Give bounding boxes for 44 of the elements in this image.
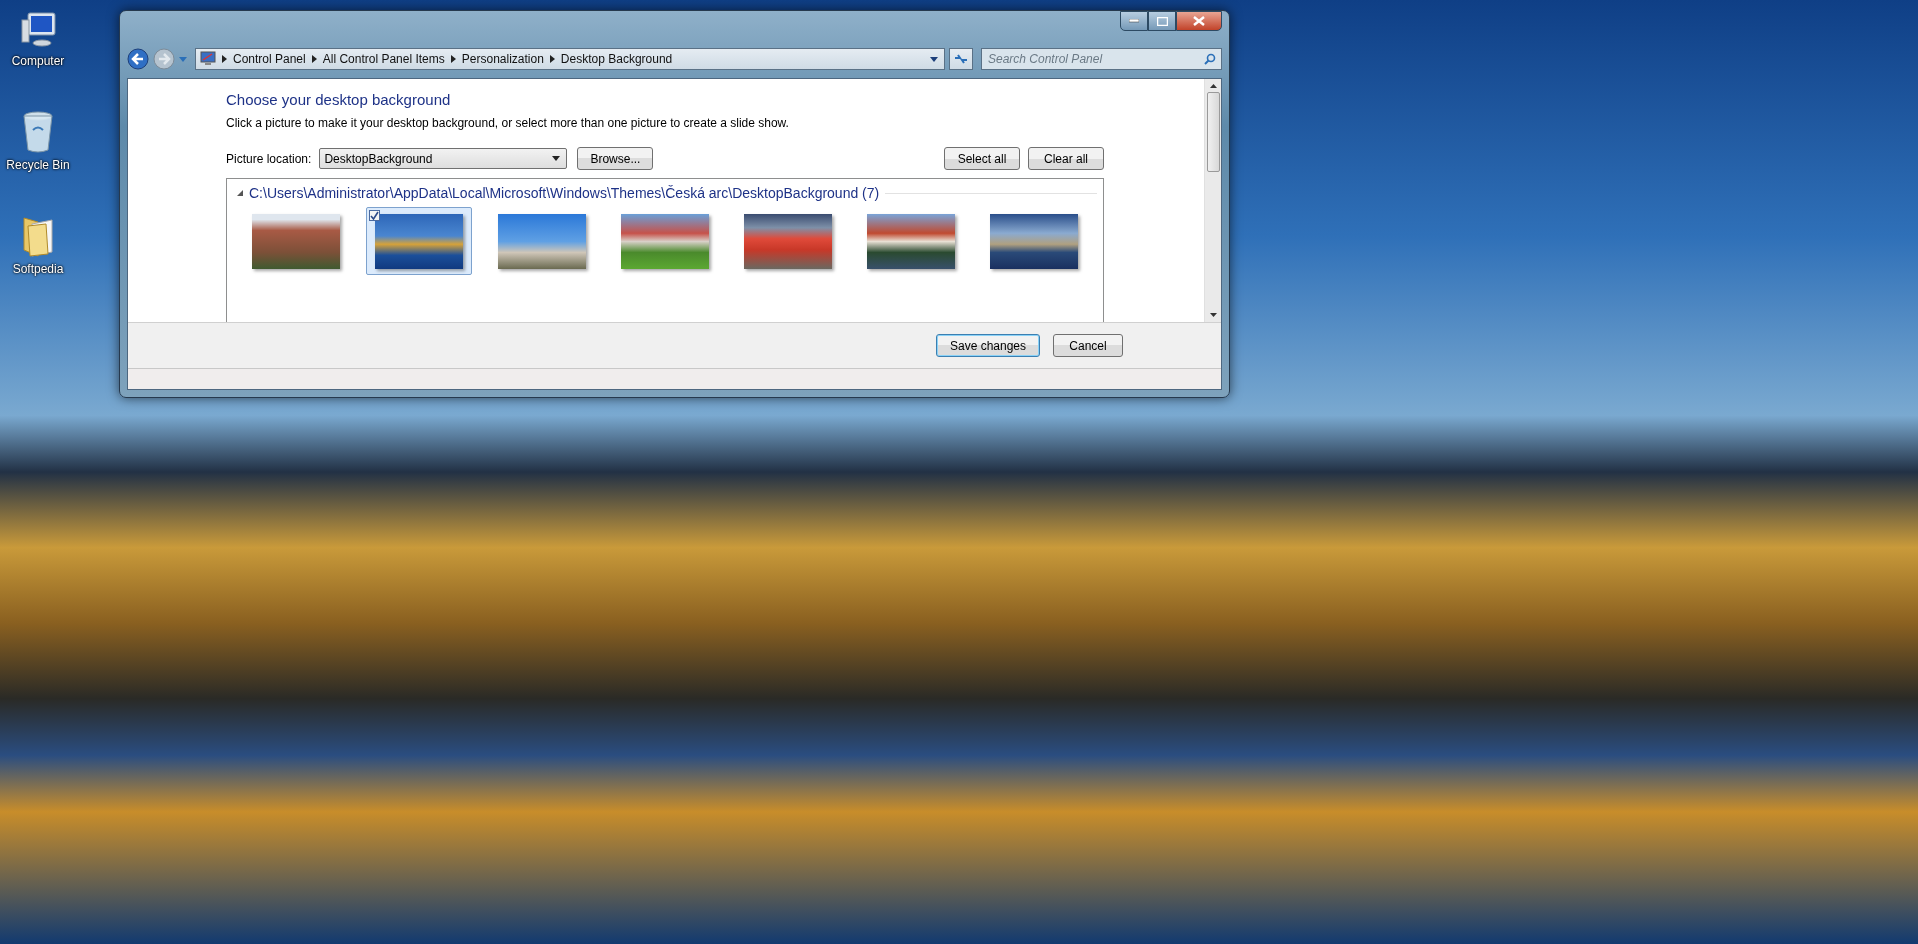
checkbox[interactable] <box>369 210 380 221</box>
selection-button[interactable]: Clear all <box>1028 147 1104 170</box>
folder-path-heading[interactable]: C:\Users\Administrator\AppData\Local\Microsoft\Windows\Themes\Česká arc\DesktopBackground (7) <box>249 185 880 201</box>
desktop-icon-label[interactable]: Computer <box>11 54 65 68</box>
picture-item[interactable] <box>366 207 472 275</box>
computer-icon[interactable] <box>18 10 58 50</box>
minimize-button[interactable] <box>1120 11 1148 31</box>
minimize-icon <box>1129 19 1139 23</box>
chevron-icon[interactable] <box>311 55 317 63</box>
close-button[interactable] <box>1176 11 1222 31</box>
chevron-icon[interactable] <box>222 55 227 63</box>
address-bar[interactable]: Control Panel All Control Panel Items Personalization Desktop Background <box>195 48 945 70</box>
refresh-button[interactable] <box>949 48 973 70</box>
breadcrumb-item[interactable]: Desktop Background <box>560 52 673 66</box>
search-icon[interactable] <box>1204 53 1216 65</box>
maximize-icon <box>1156 16 1168 26</box>
chevron-icon[interactable] <box>549 55 555 63</box>
scroll-down-icon[interactable] <box>1209 313 1217 317</box>
dropdown-caret-icon <box>552 156 561 161</box>
browse-button[interactable]: Browse... <box>577 147 654 170</box>
selection-button[interactable]: Select all <box>944 147 1020 170</box>
close-icon <box>1193 16 1205 26</box>
picture-location-dropdown[interactable]: DesktopBackground <box>319 148 568 169</box>
footer-button[interactable]: Cancel <box>1053 334 1123 357</box>
footer-button[interactable]: Save changes <box>936 334 1040 357</box>
description-text: Click a picture to make it your desktop background, or select more than one picture to create a slide show. <box>226 116 790 130</box>
collapse-triangle-icon[interactable] <box>237 190 243 196</box>
breadcrumb-item[interactable]: Personalization <box>461 52 544 66</box>
refresh-icon <box>954 53 968 65</box>
dropdown-caret-icon[interactable] <box>930 56 938 62</box>
search-field[interactable]: Search Control Panel <box>981 48 1222 70</box>
desktop-icon-label[interactable]: Softpedia <box>12 262 64 276</box>
picture-location-label: Picture location: <box>226 151 312 166</box>
desktop-icon-label[interactable]: Recycle Bin <box>6 158 70 172</box>
vertical-scrollbar[interactable] <box>1204 79 1221 322</box>
monitor-icon <box>200 51 216 67</box>
breadcrumb-item[interactable]: All Control Panel Items <box>322 52 445 66</box>
page-heading: Choose your desktop background <box>226 91 452 108</box>
scroll-up-icon[interactable] <box>1209 84 1217 88</box>
chevron-icon[interactable] <box>450 55 456 63</box>
folder-icon[interactable] <box>20 214 56 258</box>
breadcrumb-item[interactable]: Control Panel <box>233 52 306 66</box>
back-icon[interactable] <box>127 48 149 70</box>
maximize-button[interactable] <box>1148 11 1176 31</box>
